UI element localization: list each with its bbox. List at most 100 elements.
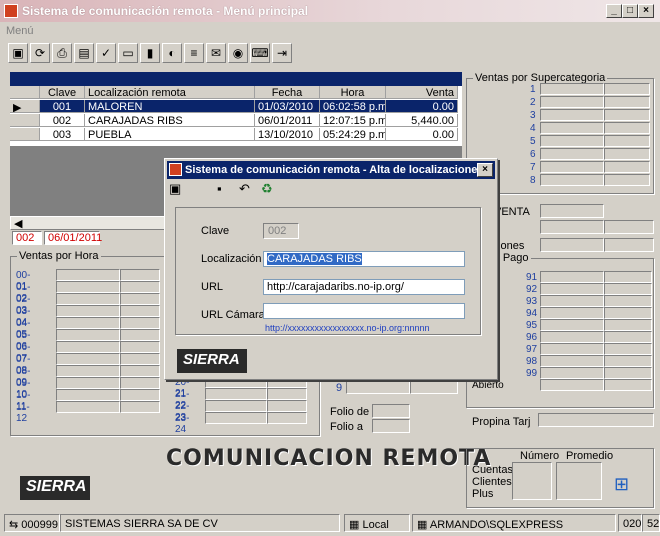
save-icon[interactable]: ▪: [217, 181, 237, 201]
pago-field-2: [604, 283, 652, 295]
pago-number: 91: [526, 272, 538, 283]
supercategoria-field: [540, 83, 604, 95]
dialog-close-button[interactable]: ×: [477, 163, 493, 177]
pago-number: 94: [526, 308, 538, 319]
hour-field-2: [120, 353, 160, 365]
hour-field: [56, 389, 120, 401]
cd-icon[interactable]: ◉: [228, 43, 248, 63]
undo-icon[interactable]: ↶: [239, 181, 259, 201]
table-cell[interactable]: 5,440.00: [386, 114, 458, 127]
horizontal-scrollbar[interactable]: ◀: [10, 216, 170, 230]
check-icon[interactable]: ✓: [96, 43, 116, 63]
grid-rowheader-corner: [10, 86, 40, 99]
table-cell[interactable]: 13/10/2010: [255, 128, 320, 141]
pago-field: [540, 355, 604, 367]
hour-field-2: [120, 281, 160, 293]
col-header-fecha[interactable]: Fecha: [255, 86, 320, 99]
table-cell[interactable]: 12:07:15 p.m.: [320, 114, 386, 127]
cancelaciones-field: [540, 238, 604, 252]
folio-de-field: [372, 404, 410, 418]
pago-label: Abierto: [472, 380, 504, 391]
localizacion-input[interactable]: CARAJADAS RIBS: [263, 251, 465, 267]
table-cell[interactable]: 003: [40, 128, 85, 141]
clave-field: 002: [263, 223, 299, 239]
chart-icon[interactable]: ▮: [140, 43, 160, 63]
table-cell[interactable]: MALOREN: [85, 100, 255, 113]
table-cell[interactable]: 06/01/2011: [255, 114, 320, 127]
url-label: URL: [201, 281, 224, 293]
form-icon[interactable]: ▭: [118, 43, 138, 63]
pago-field-2: [604, 331, 652, 343]
mail-icon[interactable]: ✉: [206, 43, 226, 63]
hour-field: [56, 281, 120, 293]
url-input[interactable]: http://carajadaribs.no-ip.org/: [263, 279, 465, 295]
supercategoria-label: 8: [530, 175, 536, 186]
keyboard-icon[interactable]: ⌨: [250, 43, 270, 63]
local-icon: ▦: [349, 519, 360, 531]
pago-number: 98: [526, 356, 538, 367]
hour-field: [56, 365, 120, 377]
pago-field: [540, 295, 604, 307]
supercategoria-field: [540, 109, 604, 121]
table-cell[interactable]: 002: [40, 114, 85, 127]
hour-field-2: [267, 400, 307, 412]
hour-field-2: [120, 401, 160, 413]
server-icon: ▦: [417, 519, 428, 531]
table-cell[interactable]: 001: [40, 100, 85, 113]
pago-field-2: [604, 319, 652, 331]
supercategoria-field-2: [604, 83, 650, 95]
table-cell[interactable]: CARAJADAS RIBS: [85, 114, 255, 127]
menu-item[interactable]: Menú: [6, 25, 34, 37]
table-cell[interactable]: 0.00: [386, 100, 458, 113]
status-code: ⇆ 000999: [4, 514, 60, 532]
status-n2: 524770: [642, 514, 660, 532]
numero-header: Número: [520, 450, 560, 462]
table-cell[interactable]: 01/03/2010: [255, 100, 320, 113]
recycle-icon[interactable]: ♻: [261, 181, 281, 201]
col-header-localizacion[interactable]: Localización remota: [85, 86, 255, 99]
hour-label: 11-12: [16, 402, 30, 424]
close-button[interactable]: ×: [638, 4, 654, 18]
col-header-clave[interactable]: Clave: [40, 86, 85, 99]
minimize-button[interactable]: _: [606, 4, 622, 18]
idea-icon[interactable]: ◐: [162, 43, 182, 63]
folio-a-field: [372, 419, 410, 433]
hour-field-2: [120, 305, 160, 317]
supercategoria-field: [540, 148, 604, 160]
url-camaras-input[interactable]: [263, 303, 465, 319]
supercategoria-field-2: [604, 174, 650, 186]
printer-icon[interactable]: ⎙: [52, 43, 72, 63]
hour-field-2: [120, 365, 160, 377]
pago-field-2: [604, 307, 652, 319]
supercategoria-label: 3: [530, 110, 536, 121]
pago-number: 97: [526, 344, 538, 355]
col-header-venta[interactable]: Venta: [386, 86, 458, 99]
pago-number: 92: [526, 284, 538, 295]
exit-icon[interactable]: ⇥: [272, 43, 292, 63]
pago-field: [540, 331, 604, 343]
supercategoria-field: [540, 174, 604, 186]
dialog-network-icon[interactable]: ▣: [169, 181, 189, 201]
table-cell[interactable]: 0.00: [386, 128, 458, 141]
table-cell[interactable]: 06:02:58 p.m.: [320, 100, 386, 113]
venta-field-3: [604, 220, 654, 234]
hour-field: [205, 412, 267, 424]
clientes-label: Clientes: [472, 476, 512, 488]
refresh-icon[interactable]: ⟳: [30, 43, 50, 63]
network-icon[interactable]: ▣: [8, 43, 28, 63]
col-header-hora[interactable]: Hora: [320, 86, 386, 99]
document-icon[interactable]: ▤: [74, 43, 94, 63]
promedio-header: Promedio: [566, 450, 614, 462]
hour-field-2: [267, 412, 307, 424]
list-icon[interactable]: ≡: [184, 43, 204, 63]
pago-field: [540, 379, 604, 391]
table-cell[interactable]: 05:24:29 p.m.: [320, 128, 386, 141]
url-hint: http://xxxxxxxxxxxxxxxxx.no-ip.org:nnnnn: [265, 323, 430, 333]
hour-field-2: [120, 329, 160, 341]
table-cell[interactable]: PUEBLA: [85, 128, 255, 141]
network-computers-icon[interactable]: ⊞: [614, 474, 636, 496]
hour-field: [56, 377, 120, 389]
hour-field-2: [120, 341, 160, 353]
hour-field-2: [267, 388, 307, 400]
maximize-button[interactable]: □: [622, 4, 638, 18]
